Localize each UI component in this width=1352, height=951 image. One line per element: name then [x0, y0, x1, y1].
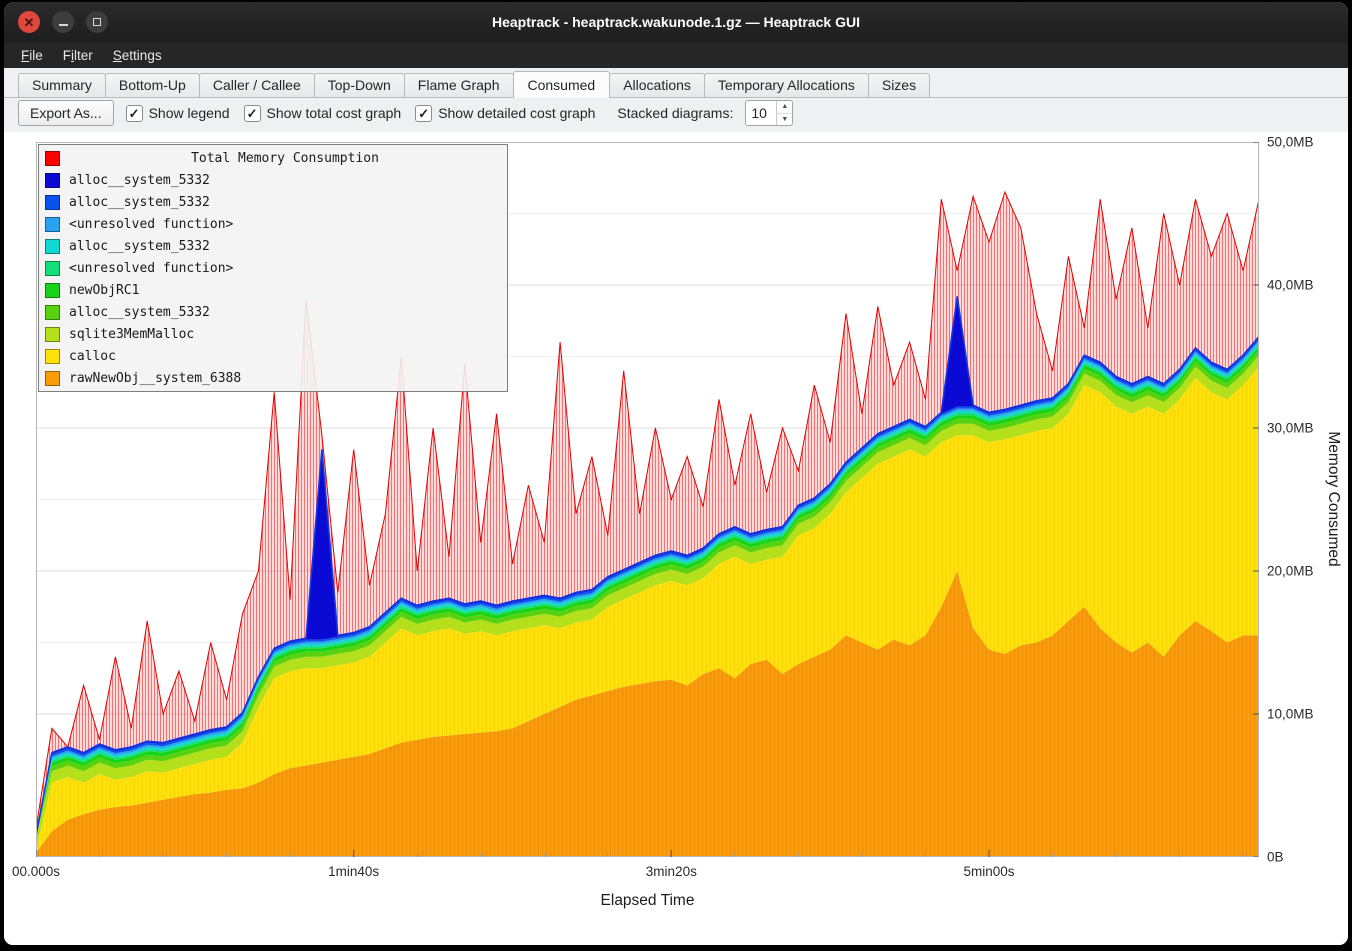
- legend-label: rawNewObj__system_6388: [69, 371, 241, 386]
- legend-label: calloc: [69, 349, 116, 364]
- close-icon: ✕: [24, 16, 35, 29]
- spin-up-icon[interactable]: ▲: [777, 101, 792, 114]
- titlebar[interactable]: ✕ Heaptrack - heaptrack.wakunode.1.gz — …: [4, 2, 1348, 42]
- window-controls: ✕: [18, 11, 108, 33]
- x-tick-label: 3min20s: [646, 864, 697, 879]
- checkbox-show-legend[interactable]: ✓ Show legend: [126, 105, 230, 122]
- legend-item: newObjRC1: [39, 279, 507, 301]
- legend-swatch: [45, 195, 60, 210]
- spin-buttons: ▲ ▼: [776, 101, 792, 125]
- menu-settings[interactable]: Settings: [104, 45, 171, 66]
- x-tick-label: 5min00s: [963, 864, 1014, 879]
- tab-sizes[interactable]: Sizes: [868, 73, 930, 97]
- checkbox-label[interactable]: Show legend: [149, 105, 230, 121]
- export-as-button[interactable]: Export As...: [18, 100, 114, 126]
- legend-items: alloc__system_5332 alloc__system_5332 <unr…: [39, 169, 507, 389]
- legend-item: alloc__system_5332: [39, 235, 507, 257]
- legend-label: alloc__system_5332: [69, 173, 210, 188]
- tab-allocations[interactable]: Allocations: [609, 73, 705, 97]
- chart-canvas: Total Memory Consumption alloc__system_5…: [4, 132, 1348, 945]
- minimize-button[interactable]: [52, 11, 74, 33]
- x-tick-label: 00.000s: [12, 864, 60, 879]
- legend-swatch: [45, 305, 60, 320]
- chart-legend: Total Memory Consumption alloc__system_5…: [38, 144, 508, 392]
- toolbar: Export As... ✓ Show legend ✓ Show total cos…: [4, 98, 1348, 132]
- checkbox-box[interactable]: ✓: [415, 105, 432, 122]
- legend-swatch: [45, 173, 60, 188]
- legend-swatch: [45, 239, 60, 254]
- legend-item: rawNewObj__system_6388: [39, 367, 507, 389]
- checkbox-label[interactable]: Show detailed cost graph: [438, 105, 595, 121]
- legend-item: <unresolved function>: [39, 213, 507, 235]
- stacked-diagrams-label: Stacked diagrams:: [617, 105, 733, 121]
- y-tick-label: 10,0MB: [1267, 707, 1314, 722]
- legend-item: <unresolved function>: [39, 257, 507, 279]
- x-axis-title: Elapsed Time: [36, 892, 1259, 910]
- x-tick-label: 1min40s: [328, 864, 379, 879]
- y-tick-label: 30,0MB: [1267, 421, 1314, 436]
- tab-caller-callee[interactable]: Caller / Callee: [199, 73, 315, 97]
- legend-label: alloc__system_5332: [69, 305, 210, 320]
- tab-temporary-allocations[interactable]: Temporary Allocations: [704, 73, 869, 97]
- legend-swatch: [45, 327, 60, 342]
- tabbar: SummaryBottom-UpCaller / CalleeTop-DownF…: [4, 68, 1348, 98]
- legend-swatch: [45, 283, 60, 298]
- legend-title-swatch: [45, 151, 60, 166]
- menubar: FileFilterSettings: [4, 42, 1348, 68]
- legend-title-row: Total Memory Consumption: [39, 147, 507, 169]
- window-title: Heaptrack - heaptrack.wakunode.1.gz — He…: [4, 14, 1348, 30]
- toolbar-checkboxes: ✓ Show legend ✓ Show total cost graph ✓ Show …: [126, 105, 596, 122]
- legend-title: Total Memory Consumption: [69, 151, 501, 166]
- y-tick-label: 20,0MB: [1267, 564, 1314, 579]
- legend-label: newObjRC1: [69, 283, 139, 298]
- app-window: ✕ Heaptrack - heaptrack.wakunode.1.gz — …: [4, 2, 1348, 945]
- tab-top-down[interactable]: Top-Down: [314, 73, 405, 97]
- checkbox-box[interactable]: ✓: [126, 105, 143, 122]
- legend-swatch: [45, 217, 60, 232]
- legend-item: alloc__system_5332: [39, 191, 507, 213]
- legend-item: alloc__system_5332: [39, 169, 507, 191]
- legend-swatch: [45, 371, 60, 386]
- checkbox-box[interactable]: ✓: [244, 105, 261, 122]
- legend-label: <unresolved function>: [69, 217, 233, 232]
- maximize-button[interactable]: [86, 11, 108, 33]
- checkbox-show-total-cost-graph[interactable]: ✓ Show total cost graph: [244, 105, 402, 122]
- menu-filter[interactable]: Filter: [54, 45, 102, 66]
- minimize-icon: [59, 24, 68, 26]
- legend-swatch: [45, 261, 60, 276]
- legend-label: sqlite3MemMalloc: [69, 327, 194, 342]
- tab-bottom-up[interactable]: Bottom-Up: [105, 73, 200, 97]
- y-axis-title: Memory Consumed: [1324, 431, 1342, 566]
- legend-swatch: [45, 349, 60, 364]
- legend-label: <unresolved function>: [69, 261, 233, 276]
- y-tick-label: 50,0MB: [1267, 135, 1314, 150]
- stacked-diagrams-spinbox[interactable]: 10 ▲ ▼: [745, 100, 793, 126]
- legend-label: alloc__system_5332: [69, 195, 210, 210]
- checkbox-label[interactable]: Show total cost graph: [267, 105, 402, 121]
- checkbox-show-detailed-cost-graph[interactable]: ✓ Show detailed cost graph: [415, 105, 595, 122]
- tab-flame-graph[interactable]: Flame Graph: [404, 73, 514, 97]
- tab-summary[interactable]: Summary: [18, 73, 106, 97]
- stacked-diagrams-value[interactable]: 10: [746, 101, 776, 125]
- y-tick-label: 40,0MB: [1267, 278, 1314, 293]
- tab-consumed[interactable]: Consumed: [513, 71, 611, 98]
- y-tick-label: 0B: [1267, 850, 1284, 865]
- spin-down-icon[interactable]: ▼: [777, 114, 792, 126]
- legend-label: alloc__system_5332: [69, 239, 210, 254]
- menu-file[interactable]: File: [12, 45, 52, 66]
- legend-item: calloc: [39, 345, 507, 367]
- close-button[interactable]: ✕: [18, 11, 40, 33]
- legend-item: alloc__system_5332: [39, 301, 507, 323]
- maximize-icon: [93, 18, 101, 26]
- legend-item: sqlite3MemMalloc: [39, 323, 507, 345]
